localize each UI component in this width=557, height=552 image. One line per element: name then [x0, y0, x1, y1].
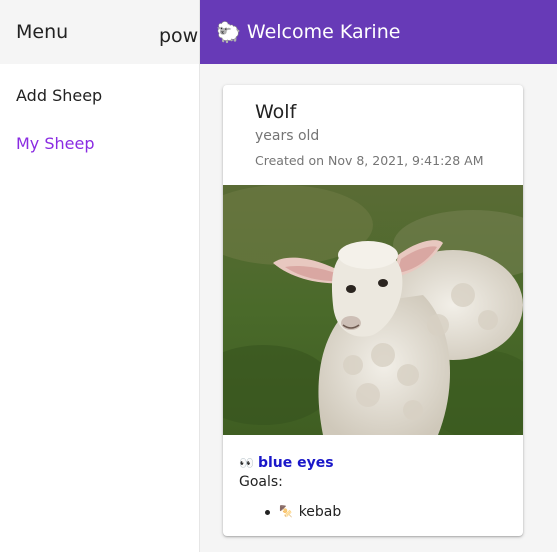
goal-list: 🍢 kebab — [239, 502, 509, 522]
sheep-age: years old — [255, 128, 320, 144]
menu-title: Menu — [16, 21, 69, 43]
header-title: Welcome Karine — [246, 21, 401, 43]
sheep-photo — [223, 185, 523, 435]
goals-label: Goals: — [239, 474, 283, 490]
kebab-icon: 🍢 — [279, 505, 293, 518]
sidebar: Menu Add Sheep My Sheep — [0, 0, 200, 552]
sheep-details: 👀 blue eyes Goals: 🍢 kebab — [239, 453, 509, 522]
sheep-name: Wolf — [255, 101, 297, 123]
bullet — [265, 509, 270, 515]
list-item: 🍢 kebab — [265, 502, 509, 522]
goal-label: kebab — [298, 504, 342, 520]
trait-link[interactable]: blue eyes — [258, 453, 334, 473]
trait-row: 👀 blue eyes — [239, 453, 509, 473]
eyes-icon: 👀 — [239, 456, 254, 470]
app-header: 🐑 Welcome Karine — [200, 0, 557, 64]
sheep-card: Wolf years old Created on Nov 8, 2021, 9… — [223, 85, 523, 536]
nav-my-sheep[interactable]: My Sheep — [0, 134, 199, 154]
created-date: Created on Nov 8, 2021, 9:41:28 AM — [255, 153, 484, 168]
overflow-text: pow — [159, 25, 199, 47]
sheep-icon: 🐑 — [216, 20, 241, 44]
nav-add-sheep[interactable]: Add Sheep — [0, 86, 199, 106]
